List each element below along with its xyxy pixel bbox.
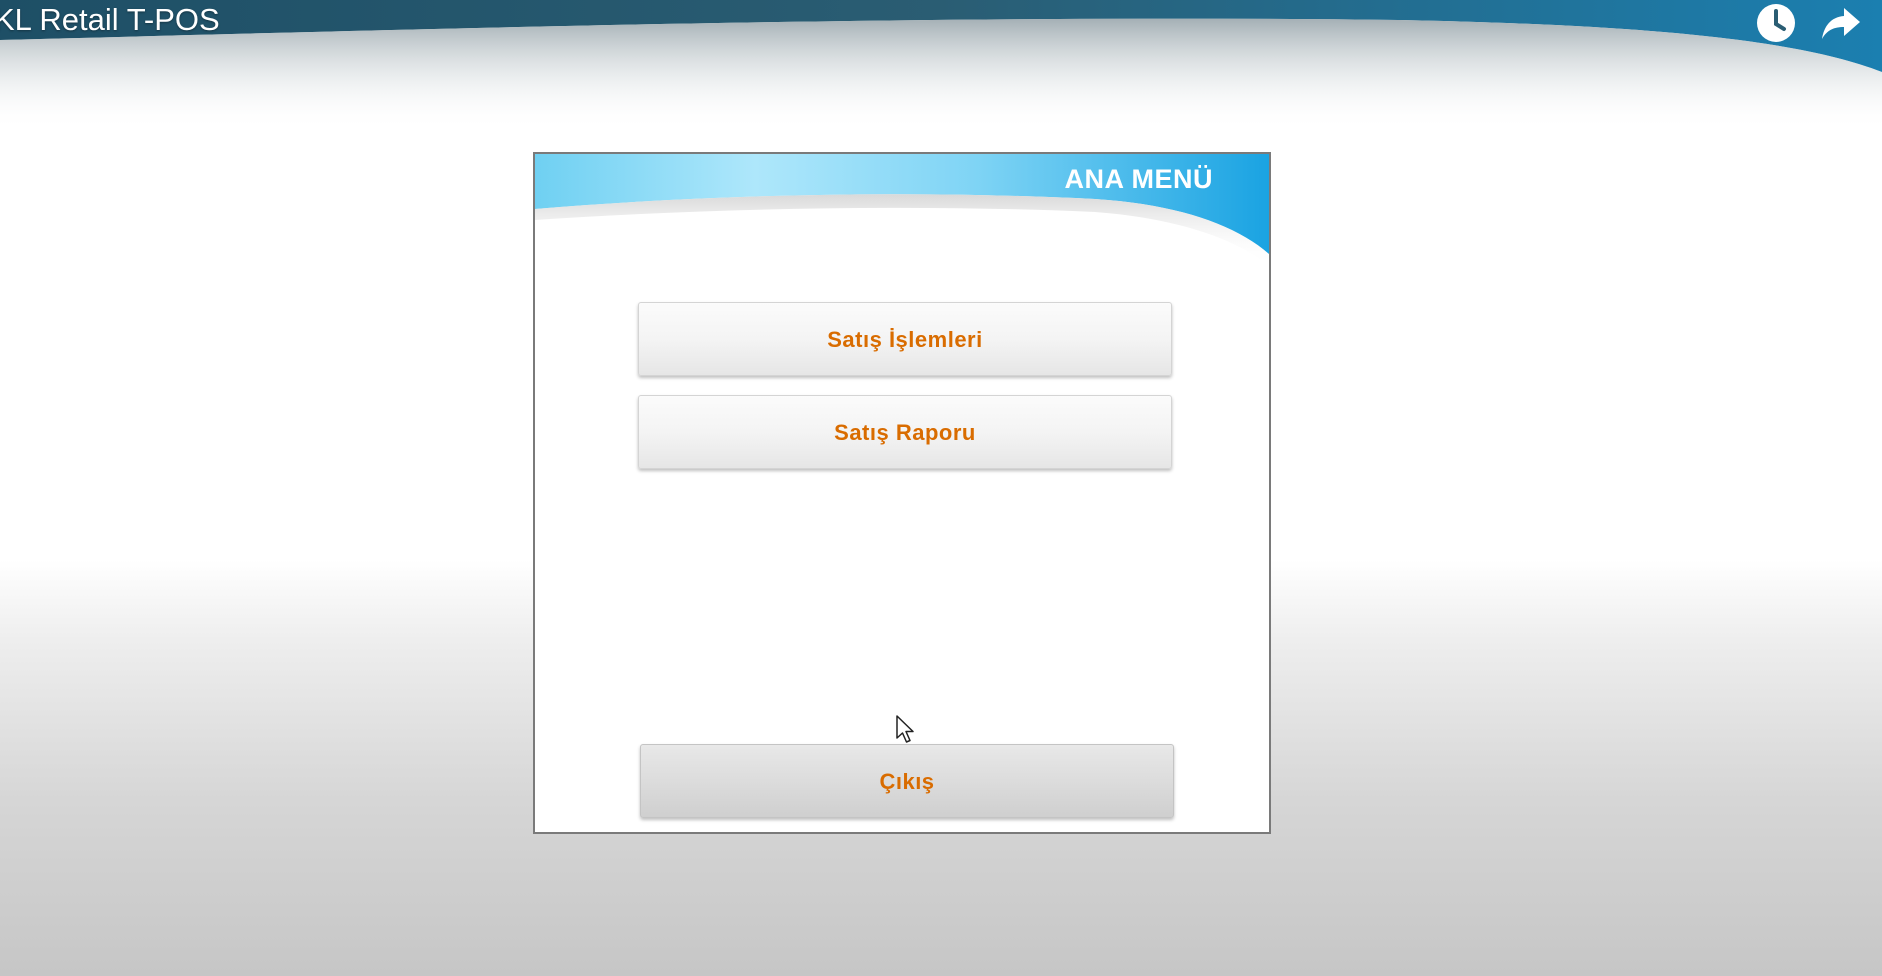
mouse-cursor-icon	[896, 715, 914, 743]
clock-icon[interactable]	[1755, 2, 1797, 44]
sales-report-button[interactable]: Satış Raporu	[638, 395, 1172, 469]
share-icon[interactable]	[1820, 2, 1862, 44]
video-title: KL Retail T-POS	[0, 2, 220, 37]
exit-button[interactable]: Çıkış	[640, 744, 1174, 818]
video-top-bar	[0, 0, 1882, 130]
sales-operations-button[interactable]: Satış İşlemleri	[638, 302, 1172, 376]
window-header: ANA MENÜ	[535, 154, 1269, 304]
window-title: ANA MENÜ	[1064, 164, 1213, 194]
